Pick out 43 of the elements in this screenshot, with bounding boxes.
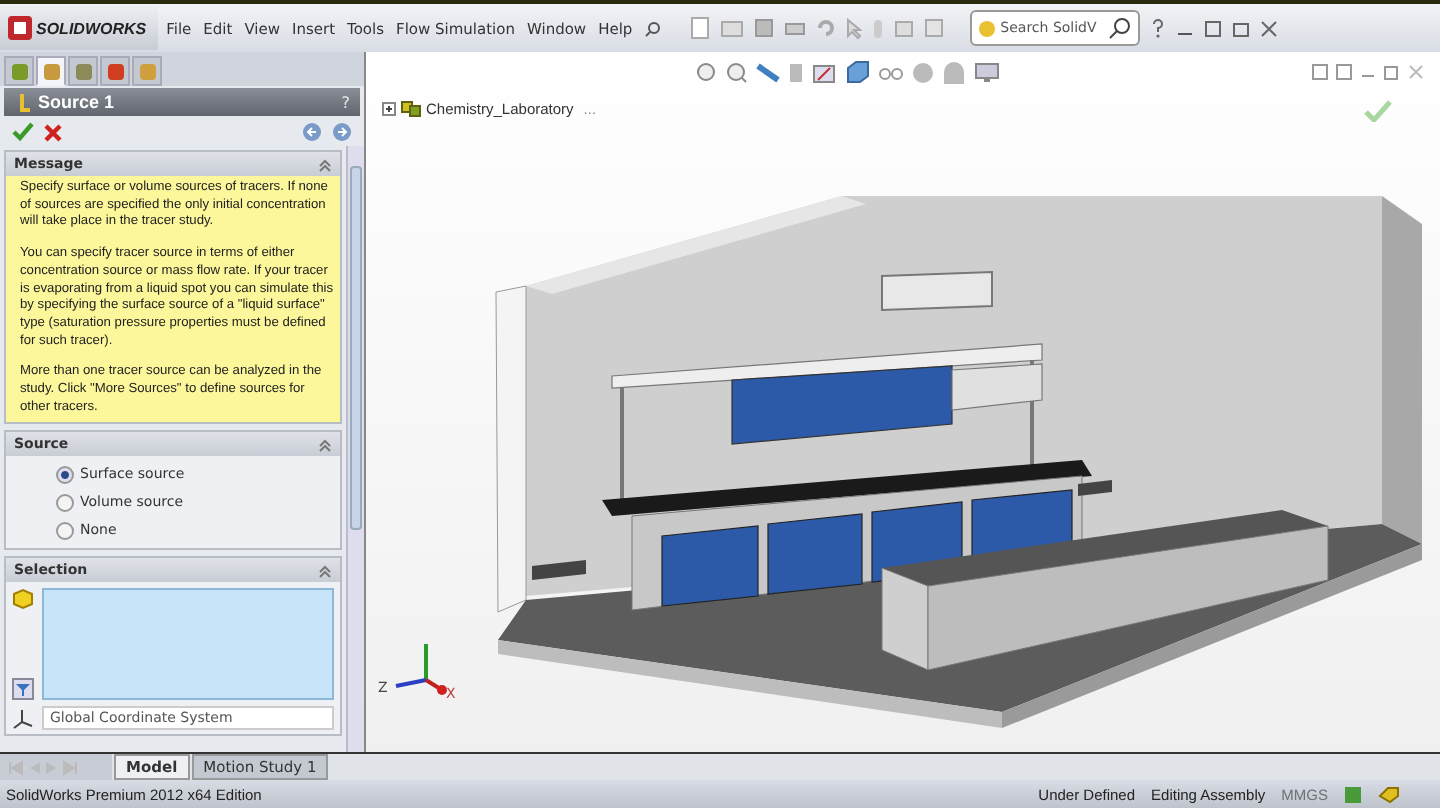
assembly-icon — [400, 98, 422, 118]
forward-arrow-icon[interactable] — [332, 122, 352, 142]
scroll-bar[interactable] — [346, 146, 364, 752]
panel-tab[interactable] — [68, 56, 98, 86]
close-icon[interactable] — [44, 123, 62, 141]
zoom-area-icon[interactable] — [726, 61, 748, 83]
logo-icon — [8, 16, 32, 40]
panel-tab[interactable] — [4, 56, 34, 86]
collapse-icon[interactable] — [318, 437, 332, 452]
panel-tab[interactable] — [132, 56, 162, 86]
app-logo[interactable]: SOLIDWORKS — [0, 6, 159, 50]
select-arrow-icon[interactable] — [846, 17, 863, 39]
check-icon[interactable] — [12, 122, 34, 142]
help-link[interactable]: ? — [341, 93, 350, 111]
collapse-icon[interactable] — [318, 563, 332, 578]
panel-tab[interactable] — [100, 56, 130, 86]
radio-button[interactable] — [56, 465, 74, 484]
radio-button[interactable] — [56, 493, 74, 512]
panel-tab[interactable] — [36, 56, 66, 86]
view-orientation-icon[interactable] — [812, 61, 838, 83]
window-tile-icon[interactable] — [1336, 64, 1352, 80]
zoom-fit-icon[interactable] — [696, 61, 718, 83]
filter-icon[interactable] — [12, 678, 34, 701]
check-icon[interactable] — [1364, 100, 1392, 122]
glasses-icon[interactable] — [878, 62, 904, 82]
new-document-icon[interactable] — [690, 16, 711, 40]
restore-icon[interactable] — [1384, 64, 1400, 80]
expand-icon[interactable] — [382, 101, 396, 115]
back-arrow-icon[interactable] — [302, 122, 322, 142]
source-icon — [14, 91, 32, 113]
monitor-icon[interactable] — [974, 61, 1000, 83]
search-icon[interactable] — [1108, 16, 1133, 40]
undo-icon[interactable] — [816, 18, 837, 38]
panel-title: Source 1 — [38, 92, 115, 112]
close-icon[interactable] — [1260, 19, 1279, 37]
coordinate-axes-icon — [12, 707, 34, 730]
collapse-icon[interactable] — [318, 157, 332, 171]
tag-icon[interactable] — [1378, 785, 1400, 803]
radio-button[interactable] — [56, 521, 74, 540]
coordinate-triad-icon — [395, 644, 447, 695]
cube-icon — [12, 588, 34, 611]
window-tile-icon[interactable] — [1312, 64, 1328, 80]
display-style-icon[interactable] — [846, 60, 870, 84]
